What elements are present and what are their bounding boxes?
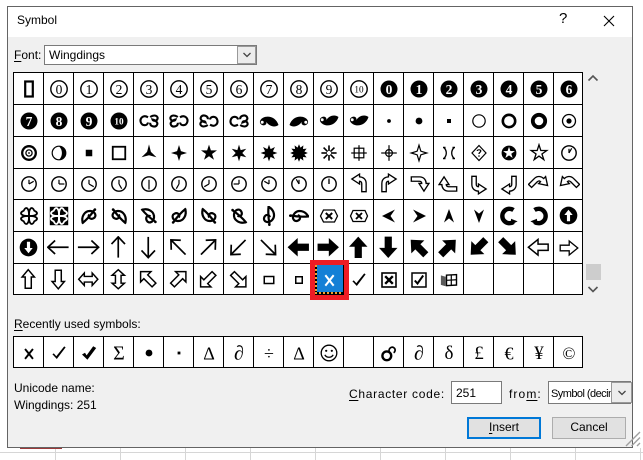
svg-text:10: 10 [114, 116, 124, 126]
svg-text:0: 0 [55, 82, 62, 97]
svg-text:÷: ÷ [264, 343, 274, 363]
svg-text:1: 1 [415, 82, 422, 97]
svg-text:2: 2 [115, 82, 122, 97]
svg-text:Δ: Δ [203, 343, 215, 363]
svg-text:4: 4 [505, 82, 512, 97]
svg-text:2: 2 [445, 82, 452, 97]
svg-text:€: € [504, 343, 513, 363]
svg-text:1: 1 [85, 82, 92, 97]
svg-text:£: £ [474, 343, 484, 363]
svg-text:©: © [562, 344, 575, 363]
svg-text:5: 5 [535, 82, 542, 97]
svg-text:¥: ¥ [534, 343, 544, 363]
svg-text:7: 7 [25, 114, 32, 129]
svg-text:5: 5 [205, 82, 212, 97]
svg-text:6: 6 [565, 82, 572, 97]
svg-text:9: 9 [85, 114, 92, 129]
svg-text:10: 10 [354, 84, 364, 94]
svg-text:3: 3 [475, 82, 482, 97]
svg-text:3: 3 [145, 82, 152, 97]
svg-text:∂: ∂ [414, 343, 424, 363]
svg-text:4: 4 [175, 82, 182, 97]
svg-text:δ: δ [444, 343, 453, 363]
svg-text:8: 8 [295, 82, 302, 97]
svg-text:0: 0 [385, 82, 392, 97]
svg-text:6: 6 [235, 82, 242, 97]
svg-text:∂: ∂ [234, 343, 244, 363]
svg-text:8: 8 [55, 114, 62, 129]
svg-text:7: 7 [265, 82, 272, 97]
svg-text:Δ: Δ [293, 343, 305, 363]
svg-text:9: 9 [325, 82, 332, 97]
svg-text:Σ: Σ [113, 343, 125, 363]
